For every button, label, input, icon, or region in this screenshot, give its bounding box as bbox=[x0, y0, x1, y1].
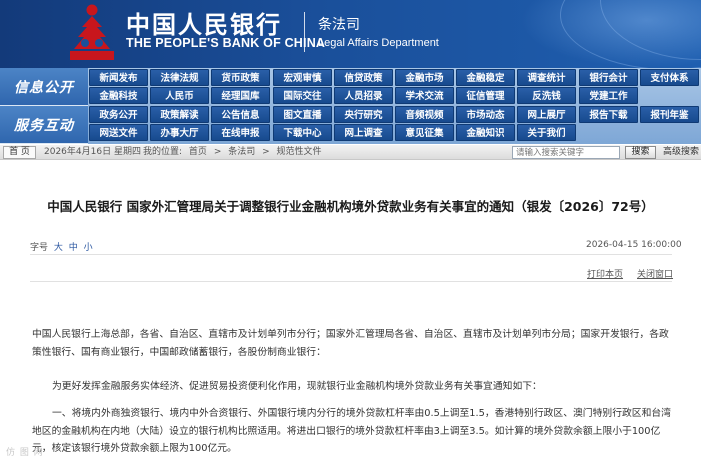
divider bbox=[30, 254, 672, 255]
document-paragraph-item-1: 一、将境内外商独资银行、境内中外合资银行、外国银行境内分行的境外贷款杠杆率由0.… bbox=[32, 408, 671, 454]
nav-item-r1-c7[interactable]: 金融稳定 bbox=[456, 69, 515, 86]
search-input[interactable] bbox=[512, 146, 620, 159]
document-paragraph-addressees: 中国人民银行上海总部，各省、自治区、直辖市及计划单列市分行；国家外汇管理局各省、… bbox=[32, 329, 669, 358]
nav-item-r4-c7[interactable]: 金融知识 bbox=[456, 124, 515, 141]
nav-item-r2-c3[interactable]: 经理国库 bbox=[211, 87, 270, 104]
font-size-controls: 字号 大 中 小 bbox=[30, 240, 93, 253]
nav-section-info-disclosure[interactable]: 信息公开 bbox=[0, 68, 88, 106]
nav-section-service-interaction[interactable]: 服务互动 bbox=[0, 106, 88, 144]
nav-item-r4-c5[interactable]: 网上调查 bbox=[334, 124, 393, 141]
nav-item-r4-c8[interactable]: 关于我们 bbox=[517, 124, 576, 141]
nav-item-r2-c7[interactable]: 征信管理 bbox=[456, 87, 515, 104]
breadcrumb-category-link[interactable]: 规范性文件 bbox=[277, 147, 322, 157]
print-page-link[interactable]: 打印本页 bbox=[587, 267, 623, 280]
breadcrumb-dept-link[interactable]: 条法司 bbox=[228, 147, 255, 157]
nav-item-r2-c1[interactable]: 金融科技 bbox=[89, 87, 148, 104]
nav-item-r1-c8[interactable]: 调查统计 bbox=[517, 69, 576, 86]
document-paragraph-intro: 为更好发挥金融服务实体经济、促进贸易投资便利化作用，现就银行业金融机构境外贷款业… bbox=[52, 381, 542, 392]
nav-item-r2-c2[interactable]: 人民币 bbox=[150, 87, 209, 104]
home-button[interactable]: 首 页 bbox=[3, 146, 36, 159]
current-date: 2026年4月16日 星期四 bbox=[44, 147, 141, 157]
department-name-cn: 条法司 bbox=[318, 17, 360, 33]
breadcrumb-home-link[interactable]: 首页 bbox=[189, 147, 207, 157]
nav-item-r3-c6[interactable]: 音频视频 bbox=[395, 106, 454, 123]
nav-item-r2-c8[interactable]: 反洗钱 bbox=[517, 87, 576, 104]
breadcrumb-location-label: 我的位置: bbox=[143, 147, 183, 157]
nav-item-r3-c10[interactable]: 报刊年鉴 bbox=[640, 106, 699, 123]
font-size-large[interactable]: 大 bbox=[54, 243, 63, 253]
nav-item-r1-c6[interactable]: 金融市场 bbox=[395, 69, 454, 86]
font-size-small[interactable]: 小 bbox=[84, 243, 93, 253]
nav-item-r3-c3[interactable]: 公告信息 bbox=[211, 106, 270, 123]
nav-item-r1-c1[interactable]: 新闻发布 bbox=[89, 69, 148, 86]
header-divider bbox=[304, 12, 305, 52]
breadcrumb: 我的位置: 首页 > 条法司 > 规范性文件 bbox=[143, 146, 326, 159]
divider bbox=[30, 281, 672, 282]
department-name-en: Legal Affairs Department bbox=[318, 37, 439, 49]
breadcrumb-separator: > bbox=[213, 147, 222, 157]
bank-name-en: THE PEOPLE'S BANK OF CHINA bbox=[126, 36, 326, 50]
nav-item-r1-c5[interactable]: 信贷政策 bbox=[334, 69, 393, 86]
nav-item-r3-c9[interactable]: 报告下载 bbox=[579, 106, 638, 123]
nav-item-r4-c1[interactable]: 网送文件 bbox=[89, 124, 148, 141]
close-window-link[interactable]: 关闭窗口 bbox=[637, 267, 673, 280]
bank-name-cn: 中国人民银行 bbox=[126, 10, 282, 39]
nav-item-r3-c1[interactable]: 政务公开 bbox=[89, 106, 148, 123]
nav-item-r2-c4[interactable]: 国际交往 bbox=[273, 87, 332, 104]
nav-item-r4-c6[interactable]: 意见征集 bbox=[395, 124, 454, 141]
breadcrumb-bar: 首 页 2026年4月16日 星期四 我的位置: 首页 > 条法司 > 规范性文… bbox=[0, 145, 701, 160]
nav-item-r3-c7[interactable]: 市场动态 bbox=[456, 106, 515, 123]
publish-time: 2026-04-15 16:00:00 bbox=[586, 240, 682, 250]
nav-item-r4-c2[interactable]: 办事大厅 bbox=[150, 124, 209, 141]
nav-item-r3-c4[interactable]: 图文直播 bbox=[273, 106, 332, 123]
nav-item-r4-c4[interactable]: 下载中心 bbox=[273, 124, 332, 141]
nav-item-r1-c4[interactable]: 宏观审慎 bbox=[273, 69, 332, 86]
nav-item-r3-c8[interactable]: 网上展厅 bbox=[517, 106, 576, 123]
nav-item-r3-c5[interactable]: 央行研究 bbox=[334, 106, 393, 123]
nav-item-r1-c3[interactable]: 货币政策 bbox=[211, 69, 270, 86]
nav-item-r1-c2[interactable]: 法律法规 bbox=[150, 69, 209, 86]
nav-item-r2-c9[interactable]: 党建工作 bbox=[579, 87, 638, 104]
document-title: 中国人民银行 国家外汇管理局关于调整银行业金融机构境外贷款业务有关事宜的通知（银… bbox=[47, 199, 654, 214]
nav-item-r1-c10[interactable]: 支付体系 bbox=[640, 69, 699, 86]
main-navigation: 信息公开 服务互动 新闻发布 法律法规 货币政策 宏观审慎 信贷政策 金融市场 金融稳定 调查… bbox=[0, 68, 701, 144]
nav-item-r3-c2[interactable]: 政策解读 bbox=[150, 106, 209, 123]
search-button[interactable]: 搜索 bbox=[625, 146, 656, 159]
font-size-label: 字号 bbox=[30, 243, 49, 253]
nav-item-r2-c6[interactable]: 学术交流 bbox=[395, 87, 454, 104]
nav-item-r2-c5[interactable]: 人员招录 bbox=[334, 87, 393, 104]
nav-button-grid: 新闻发布 法律法规 货币政策 宏观审慎 信贷政策 金融市场 金融稳定 调查统计 银行会计 支付体系… bbox=[88, 69, 701, 143]
font-size-medium[interactable]: 中 bbox=[69, 243, 78, 253]
watermark: 仿 图 网 bbox=[6, 448, 44, 458]
advanced-search-link[interactable]: 高级搜索 bbox=[663, 146, 699, 159]
nav-item-r4-c3[interactable]: 在线申报 bbox=[211, 124, 270, 141]
breadcrumb-separator: > bbox=[262, 147, 270, 157]
pboc-emblem-icon[interactable] bbox=[64, 3, 120, 63]
nav-item-r1-c9[interactable]: 银行会计 bbox=[579, 69, 638, 86]
site-header: 中国人民银行 THE PEOPLE'S BANK OF CHINA 条法司 Le… bbox=[0, 0, 701, 68]
